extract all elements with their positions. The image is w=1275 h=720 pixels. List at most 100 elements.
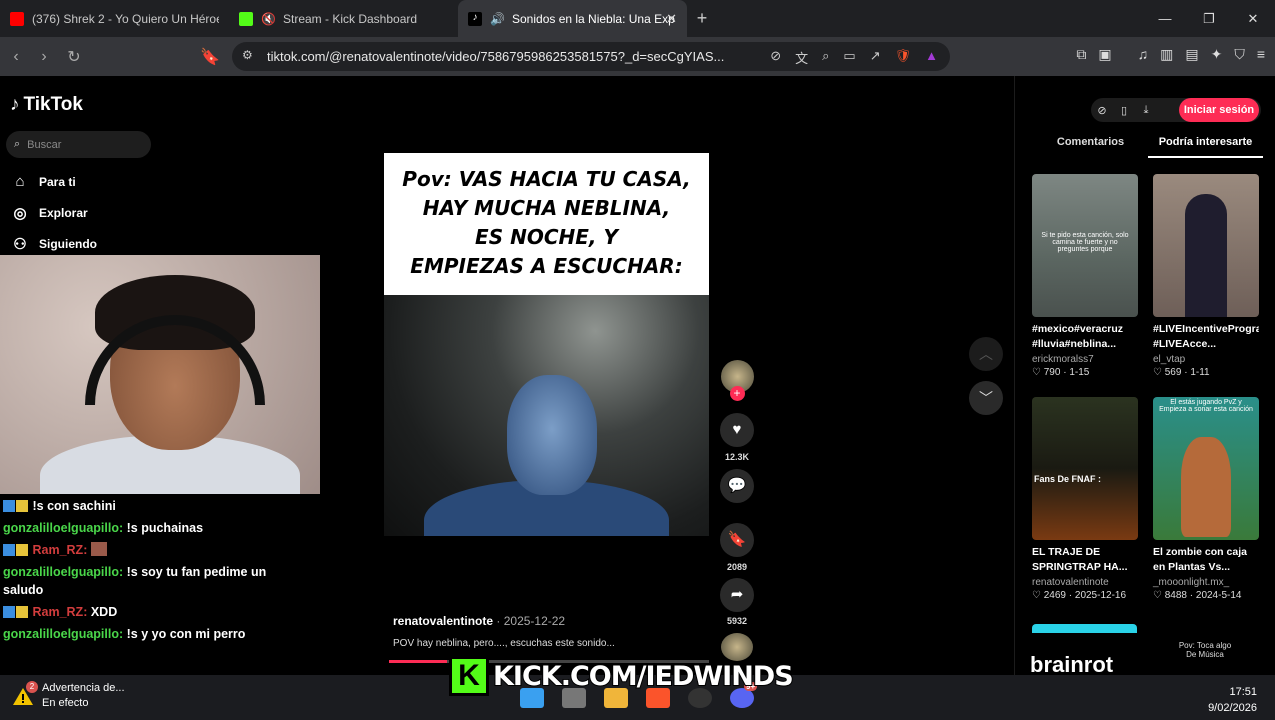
chat-message: !s con sachini <box>3 497 303 515</box>
zoom-icon[interactable]: ⌕ <box>822 48 829 67</box>
next-video-button[interactable]: ﹀ <box>969 381 1003 415</box>
tiktok-note-icon: ♪ <box>10 94 20 115</box>
video-player[interactable]: Pov: VAS HACIA TU CASA, HAY MUCHA NEBLIN… <box>384 153 709 536</box>
thumbnail-text: Fans De FNAF : <box>1034 474 1102 484</box>
menu-icon[interactable]: ≡ <box>1257 46 1265 63</box>
video-thumbnail[interactable]: Si te pido esta canción, solo camina te … <box>1032 174 1138 317</box>
coin-icon[interactable]: ⊘ <box>1091 104 1113 117</box>
top-actions: ⊘ ▯ ⤓ Iniciar sesión <box>1091 98 1261 122</box>
video-person-face <box>507 375 597 495</box>
new-tab-button[interactable]: + <box>687 8 717 29</box>
chat-message: gonzalilloelguapillo: !s y yo con mi per… <box>3 625 303 643</box>
reader-off-icon[interactable]: ⊘ <box>770 48 781 67</box>
youtube-icon <box>10 11 24 26</box>
card-title: EL TRAJE DE SPRINGTRAP HA... <box>1032 546 1128 573</box>
chat-message: gonzalilloelguapillo: !s soy tu fan pedi… <box>3 563 303 599</box>
share-icon[interactable]: ↗ <box>870 48 881 67</box>
card-user: renatovalentinote <box>1032 577 1109 588</box>
next-card-text-right: Pov: Toca algo De Música <box>1178 641 1232 659</box>
video-card[interactable]: #LIVEIncentiveProgram #LIVEAcce... el_vt… <box>1153 174 1259 378</box>
chat-emote-icon <box>90 542 107 556</box>
search-icon: ⌕ <box>14 138 21 150</box>
sidebar-icon[interactable]: ▥ <box>1160 46 1173 63</box>
card-title: #LIVEIncentiveProgram #LIVEAcce... <box>1153 323 1259 350</box>
share-button[interactable]: ➦ <box>720 578 754 612</box>
clock-time: 17:51 <box>1229 686 1257 698</box>
browser-toolbar: ‹ › ↻ 🔖 ⚙ tiktok.com/@renatovalentinote/… <box>0 37 1275 76</box>
tab-kick-dashboard[interactable]: 🔇 Stream - Kick Dashboard <box>229 0 458 37</box>
video-author[interactable]: renatovalentinote · 2025-12-22 <box>393 614 565 628</box>
video-card[interactable]: Fans De FNAF : EL TRAJE DE SPRINGTRAP HA… <box>1032 397 1138 601</box>
url-text: tiktok.com/@renatovalentinote/video/7586… <box>267 49 725 64</box>
leo-icon[interactable]: ✦ <box>1211 46 1223 63</box>
previous-video-button[interactable]: ︿ <box>969 337 1003 371</box>
download-icon[interactable]: ⤓ <box>1135 104 1157 117</box>
screenshot-icon[interactable]: ▣ <box>1098 46 1111 63</box>
share-arrow-icon: ➦ <box>730 586 744 603</box>
close-tab-icon[interactable]: ✕ <box>666 11 677 27</box>
wallet-icon[interactable]: ▤ <box>1185 46 1198 63</box>
maximize-button[interactable]: ❐ <box>1187 0 1231 37</box>
badge-icon <box>3 544 15 556</box>
tab-recommended[interactable]: Podría interesarte <box>1148 136 1263 158</box>
close-window-button[interactable]: ✕ <box>1231 0 1275 37</box>
login-button[interactable]: Iniciar sesión <box>1179 98 1259 122</box>
video-card[interactable]: El estás jugando PvZ y Empieza a sonar e… <box>1153 397 1259 601</box>
video-thumbnail[interactable] <box>1153 174 1259 317</box>
video-scene <box>384 295 709 536</box>
search-input[interactable]: ⌕ Buscar <box>6 131 151 158</box>
media-icon[interactable]: ♫ <box>1138 46 1149 63</box>
tiktok-logo[interactable]: ♪ TikTok <box>10 94 83 116</box>
sidebar-item-for-you[interactable]: ⌂ Para ti <box>11 173 75 190</box>
tab-tiktok[interactable]: ♪ 🔊 Sonidos en la Niebla: Una Exp ✕ <box>458 0 687 37</box>
author-avatar[interactable]: + <box>720 360 754 401</box>
sidebar-item-explore[interactable]: ◎ Explorar <box>11 204 87 222</box>
brave-rewards-icon[interactable]: ▲ <box>925 48 938 67</box>
video-thumbnail[interactable]: Fans De FNAF : <box>1032 397 1138 540</box>
translate-icon[interactable]: 文 <box>795 48 808 67</box>
thumbnail-text: El estás jugando PvZ y Empieza a sonar e… <box>1159 399 1253 413</box>
cast-icon[interactable]: ▭ <box>843 48 855 67</box>
system-clock[interactable]: 17:51 9/02/2026 <box>1208 684 1257 716</box>
forward-button[interactable]: › <box>30 48 58 66</box>
chat-text: !s puchainas <box>126 521 204 535</box>
tab-comments[interactable]: Comentarios <box>1033 136 1148 158</box>
extensions-icon[interactable]: ⧉ <box>1076 46 1086 63</box>
share-count: 5932 <box>726 616 748 626</box>
comment-icon: 💬 <box>727 477 747 494</box>
save-button[interactable]: 🔖 <box>720 523 754 557</box>
browser-tab-strip: (376) Shrek 2 - Yo Quiero Un Héroe ( 🔇 S… <box>0 0 1275 37</box>
follow-plus-icon[interactable]: + <box>729 386 745 401</box>
like-button[interactable]: ♥ <box>720 413 754 447</box>
video-thumbnail[interactable]: El estás jugando PvZ y Empieza a sonar e… <box>1153 397 1259 540</box>
clock-date: 9/02/2026 <box>1208 702 1257 714</box>
sidebar-item-following[interactable]: ⚇ Siguiendo <box>11 235 97 253</box>
device-icon[interactable]: ▯ <box>1113 104 1135 117</box>
kick-url: KICK.COM/IEDWINDS <box>492 660 795 693</box>
card-title: El zombie con caja en Plantas Vs... <box>1153 546 1247 573</box>
chat-user: Ram_RZ: <box>32 605 88 619</box>
bookmark-icon[interactable]: 🔖 <box>196 47 224 67</box>
card-title: #mexico#veracruz #lluvia#neblina... <box>1032 323 1124 350</box>
tab-label: Sonidos en la Niebla: Una Exp <box>512 11 675 26</box>
heart-icon: ♥ <box>732 421 742 438</box>
comment-button[interactable]: 💬 <box>720 469 754 503</box>
brave-shield-icon[interactable]: 🛡 <box>895 48 912 67</box>
minimize-button[interactable]: — <box>1143 0 1187 37</box>
tab-youtube[interactable]: (376) Shrek 2 - Yo Quiero Un Héroe ( <box>0 0 229 37</box>
thumbnail-text: Si te pido esta canción, solo camina te … <box>1041 232 1129 253</box>
webcam-overlay <box>0 255 320 494</box>
chat-user: gonzalilloelguapillo: <box>3 565 124 579</box>
like-count: 12.3K <box>724 452 750 462</box>
speaker-icon: 🔊 <box>490 11 505 26</box>
video-overlay-text: Pov: VAS HACIA TU CASA, HAY MUCHA NEBLIN… <box>384 153 709 295</box>
site-settings-icon[interactable]: ⚙ <box>242 48 253 62</box>
vpn-icon[interactable]: ⛉ <box>1234 46 1245 63</box>
omnibox-icons: ⊘ 文 ⌕ ▭ ↗ 🛡 ▲ <box>770 48 938 67</box>
reload-button[interactable]: ↻ <box>60 47 88 67</box>
back-button[interactable]: ‹ <box>2 48 30 66</box>
warning-notification[interactable]: 2 Advertencia de... En efecto <box>12 681 125 711</box>
video-card[interactable]: Si te pido esta canción, solo camina te … <box>1032 174 1138 378</box>
address-bar[interactable]: ⚙ tiktok.com/@renatovalentinote/video/75… <box>232 42 950 71</box>
tab-label: Stream - Kick Dashboard <box>283 11 418 26</box>
